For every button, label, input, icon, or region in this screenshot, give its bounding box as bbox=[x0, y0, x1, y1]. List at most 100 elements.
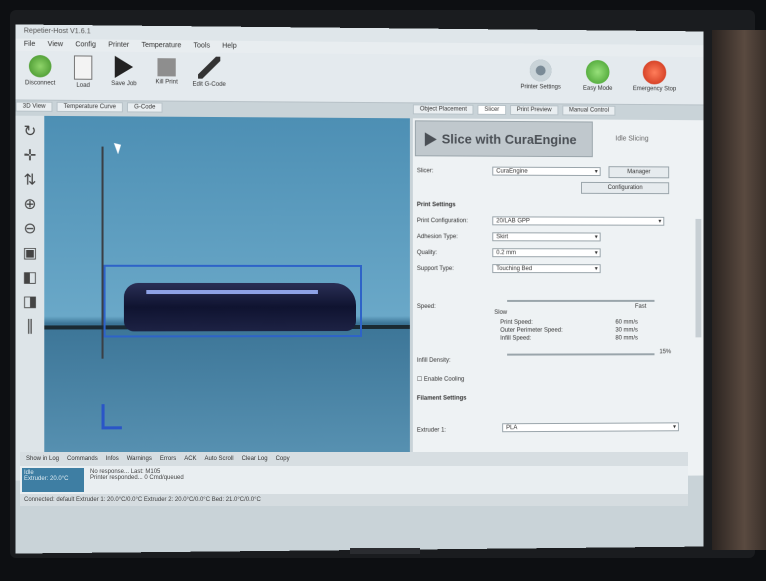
extruder-select[interactable]: PLA bbox=[502, 422, 679, 433]
background-wall bbox=[712, 30, 766, 550]
warnings-toggle[interactable]: Warnings bbox=[127, 456, 152, 462]
tab-print-preview[interactable]: Print Preview bbox=[509, 105, 559, 116]
document-icon bbox=[73, 55, 93, 80]
tab-3d-view[interactable]: 3D View bbox=[15, 101, 53, 112]
easy-mode-button[interactable]: Easy Mode bbox=[570, 59, 625, 92]
edit-gcode-button[interactable]: Edit G-Code bbox=[189, 56, 229, 88]
monitor-stand bbox=[350, 548, 420, 554]
slicer-status: Idle Slicing bbox=[615, 135, 649, 143]
kill-print-label: Kill Print bbox=[155, 79, 178, 86]
support-label: Support Type: bbox=[416, 266, 454, 273]
menu-config[interactable]: Config bbox=[75, 39, 96, 51]
model-highlight bbox=[146, 290, 318, 295]
infill-density-label: Infill Density: bbox=[416, 357, 451, 364]
gear-icon bbox=[529, 59, 552, 82]
connect-icon bbox=[28, 54, 52, 78]
printer-status-badge: Idle Extruder: 20.0°C bbox=[22, 468, 84, 492]
tab-manual-control[interactable]: Manual Control bbox=[562, 105, 616, 116]
toolbar: Disconnect Load Save Job Kill Print Edit… bbox=[15, 50, 704, 106]
emergency-stop-button[interactable]: Emergency Stop bbox=[627, 60, 682, 92]
speed-slow-label: Slow bbox=[494, 309, 508, 316]
load-label: Load bbox=[76, 82, 90, 89]
3d-viewport[interactable] bbox=[44, 115, 410, 481]
show-in-log-label: Show in Log bbox=[26, 456, 60, 462]
zoom-out-icon[interactable]: ⊖ bbox=[21, 219, 39, 237]
slicer-panel: Slice with CuraEngine Idle Slicing Slice… bbox=[412, 118, 704, 478]
adhesion-select[interactable]: Skirt bbox=[492, 232, 601, 242]
load-button[interactable]: Load bbox=[63, 55, 104, 89]
print-speed-value: 60 mm/s bbox=[615, 319, 638, 326]
status-bar: Connected: default Extruder 1: 20.0°C/0.… bbox=[20, 494, 688, 506]
top-view-icon[interactable]: ◧ bbox=[21, 268, 39, 286]
adhesion-label: Adhesion Type: bbox=[416, 234, 458, 241]
print-settings-heading: Print Settings bbox=[416, 202, 456, 209]
move-object-icon[interactable]: ⇅ bbox=[21, 170, 39, 188]
connect-button[interactable]: Disconnect bbox=[20, 54, 61, 87]
quality-select[interactable]: 0.2 mm bbox=[492, 248, 601, 258]
menu-help[interactable]: Help bbox=[222, 41, 237, 53]
front-view-icon[interactable]: ▣ bbox=[21, 243, 39, 261]
speed-label: Speed: bbox=[416, 303, 436, 310]
clear-log-button[interactable]: Clear Log bbox=[242, 456, 268, 462]
menu-printer[interactable]: Printer bbox=[108, 40, 129, 52]
slice-button[interactable]: Slice with CuraEngine bbox=[414, 120, 593, 158]
emergency-stop-icon bbox=[642, 60, 667, 85]
infill-speed-label: Infill Speed: bbox=[500, 335, 532, 342]
mouse-cursor bbox=[113, 140, 124, 155]
configuration-button[interactable]: Configuration bbox=[581, 181, 670, 195]
menu-file[interactable]: File bbox=[24, 39, 36, 51]
print-config-select[interactable]: 20/LAB GPP bbox=[492, 216, 665, 226]
outer-perimeter-speed-value: 30 mm/s bbox=[615, 327, 638, 334]
infos-toggle[interactable]: Infos bbox=[106, 456, 119, 462]
log-toolbar: Show in Log Commands Infos Warnings Erro… bbox=[20, 452, 688, 466]
y-axis bbox=[101, 404, 105, 427]
log-line: Printer responded... 0 Cmd/queued bbox=[90, 475, 184, 481]
manager-button[interactable]: Manager bbox=[608, 166, 670, 179]
log-console: Idle Extruder: 20.0°C No response... Las… bbox=[20, 466, 688, 494]
view-toolstrip: ↻ ✛ ⇅ ⊕ ⊖ ▣ ◧ ◨ ∥ bbox=[15, 115, 45, 481]
side-view-icon[interactable]: ◨ bbox=[21, 292, 39, 310]
tab-temperature-curve[interactable]: Temperature Curve bbox=[56, 101, 124, 113]
rotate-view-icon[interactable]: ↻ bbox=[21, 122, 39, 140]
move-view-icon[interactable]: ✛ bbox=[21, 146, 39, 164]
tab-slicer[interactable]: Slicer bbox=[477, 104, 507, 115]
outer-perimeter-speed-label: Outer Perimeter Speed: bbox=[500, 327, 563, 334]
quality-label: Quality: bbox=[416, 250, 438, 257]
copy-button[interactable]: Copy bbox=[276, 456, 290, 462]
auto-scroll-toggle[interactable]: Auto Scroll bbox=[205, 456, 234, 462]
run-job-button[interactable]: Save Job bbox=[104, 55, 145, 88]
emergency-stop-label: Emergency Stop bbox=[632, 86, 677, 93]
commands-toggle[interactable]: Commands bbox=[67, 456, 98, 462]
menu-tools[interactable]: Tools bbox=[193, 40, 210, 52]
menu-view[interactable]: View bbox=[48, 39, 63, 51]
menu-temperature[interactable]: Temperature bbox=[141, 40, 181, 52]
kill-print-button[interactable]: Kill Print bbox=[146, 56, 187, 86]
tab-gcode[interactable]: G-Code bbox=[126, 102, 163, 113]
play-icon bbox=[114, 55, 134, 79]
tab-object-placement[interactable]: Object Placement bbox=[412, 104, 474, 115]
support-select[interactable]: Touching Bed bbox=[492, 264, 601, 274]
print-config-label: Print Configuration: bbox=[416, 218, 468, 225]
speed-slider[interactable] bbox=[507, 299, 655, 302]
zoom-in-icon[interactable]: ⊕ bbox=[21, 195, 39, 213]
infill-speed-value: 80 mm/s bbox=[615, 335, 638, 342]
connect-label: Disconnect bbox=[24, 80, 56, 87]
right-panel-tabs: Object Placement Slicer Print Preview Ma… bbox=[412, 104, 703, 118]
x-axis bbox=[101, 426, 122, 430]
ack-toggle[interactable]: ACK bbox=[184, 456, 196, 462]
infill-slider[interactable] bbox=[507, 353, 655, 356]
status-line-2: Extruder: 20.0°C bbox=[24, 476, 69, 482]
errors-toggle[interactable]: Errors bbox=[160, 456, 176, 462]
extruder-label: Extruder 1: bbox=[416, 427, 447, 434]
filament-settings-heading: Filament Settings bbox=[416, 395, 467, 402]
enable-cooling-checkbox[interactable]: ☐ Enable Cooling bbox=[417, 376, 464, 383]
easy-mode-icon bbox=[585, 59, 610, 84]
log-lines: No response... Last: M105 Printer respon… bbox=[90, 469, 184, 481]
slicer-label: Slicer: bbox=[416, 168, 434, 175]
parallel-view-icon[interactable]: ∥ bbox=[21, 316, 39, 334]
printer-settings-button[interactable]: Printer Settings bbox=[513, 59, 568, 91]
view-tabs: 3D View Temperature Curve G-Code bbox=[15, 101, 410, 116]
slicer-select[interactable]: CuraEngine bbox=[492, 166, 601, 177]
panel-scrollbar[interactable] bbox=[695, 218, 702, 338]
easy-mode-label: Easy Mode bbox=[582, 85, 613, 92]
